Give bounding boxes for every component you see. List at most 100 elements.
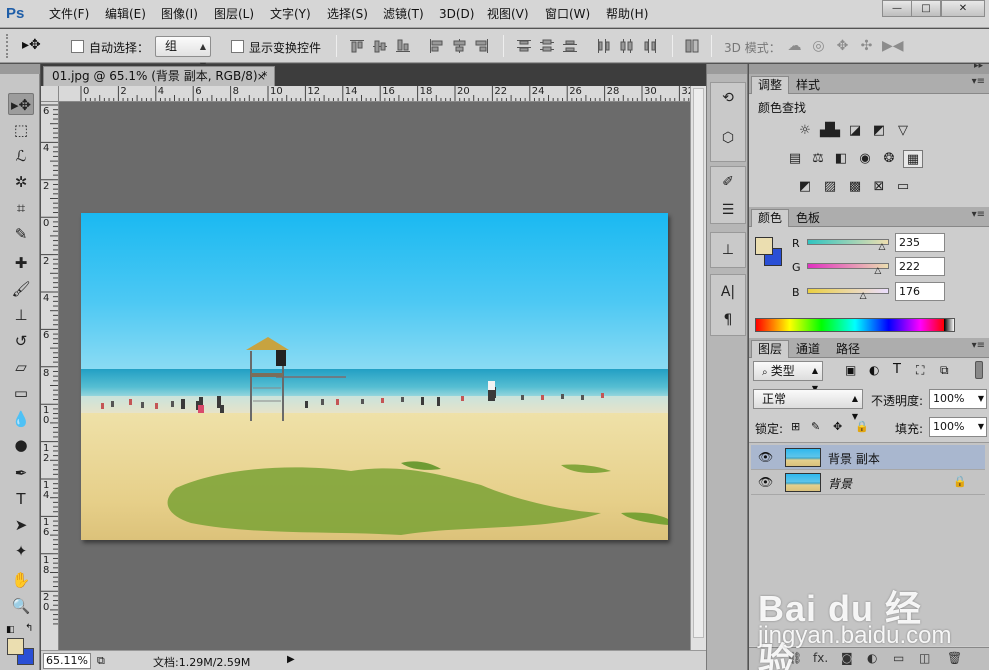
slider-thumb-icon[interactable]: △ xyxy=(860,291,867,301)
distribute-right-icon[interactable] xyxy=(642,38,658,54)
distribute-left-icon[interactable] xyxy=(596,38,612,54)
tab-channels[interactable]: 通道 xyxy=(789,340,827,358)
panel-menu-icon[interactable]: ▾≡ xyxy=(972,76,985,87)
menu-3d[interactable]: 3D(D) xyxy=(439,5,474,23)
dock-header[interactable] xyxy=(707,64,747,74)
lasso-tool-icon[interactable]: ℒ xyxy=(8,145,34,167)
tab-layers[interactable]: 图层 xyxy=(751,340,790,358)
brightness-contrast-icon[interactable]: ☼ xyxy=(795,122,815,140)
menu-type[interactable]: 文字(Y) xyxy=(270,5,311,23)
collapse-icon[interactable]: ▸▸ xyxy=(974,61,983,71)
filter-type-icon[interactable]: T xyxy=(893,362,901,377)
chevron-down-icon[interactable]: ▼ xyxy=(978,418,984,436)
auto-select-dropdown[interactable]: 组 ▲▼ xyxy=(155,36,211,70)
vertical-ruler[interactable]: 6 4 2 0 2 4 6 8 1 0 1 2 1 4 1 6 1 8 2 0 xyxy=(41,102,59,650)
zoom-tool-icon[interactable]: 🔍 xyxy=(8,595,34,617)
menu-filter[interactable]: 滤镜(T) xyxy=(383,5,424,23)
menu-file[interactable]: 文件(F) xyxy=(49,5,89,23)
3d-roll-icon[interactable]: ◎ xyxy=(810,38,827,54)
panel-header[interactable]: ▸▸ xyxy=(749,61,989,74)
filter-shape-icon[interactable]: ⛶ xyxy=(916,363,924,378)
panel-menu-icon[interactable]: ▾≡ xyxy=(972,209,985,220)
zoom-field[interactable]: 65.11% xyxy=(43,653,91,669)
foreground-color-swatch[interactable] xyxy=(7,638,24,655)
menu-help[interactable]: 帮助(H) xyxy=(606,5,648,23)
distribute-bottom-icon[interactable] xyxy=(562,38,578,54)
color-balance-icon[interactable]: ⚖ xyxy=(808,150,828,168)
distribute-vcenter-icon[interactable] xyxy=(539,38,555,54)
channel-value-field[interactable]: 235 xyxy=(895,233,945,252)
invert-icon[interactable]: ◩ xyxy=(795,178,815,196)
photo-filter-icon[interactable]: ◉ xyxy=(855,150,875,168)
shape-tool-icon[interactable]: ✦ xyxy=(8,540,34,562)
eye-icon[interactable]: 👁 xyxy=(758,475,773,489)
align-top-icon[interactable] xyxy=(349,38,365,54)
align-right-icon[interactable] xyxy=(474,38,490,54)
brush-tool-icon[interactable]: 🖌 xyxy=(8,278,34,300)
scrollbar-track[interactable] xyxy=(693,88,704,638)
pen-tool-icon[interactable]: ✒ xyxy=(8,462,34,484)
3d-slide-icon[interactable]: ✣ xyxy=(858,38,875,54)
path-selection-tool-icon[interactable]: ➤ xyxy=(8,514,34,536)
slider-thumb-icon[interactable]: △ xyxy=(878,242,885,252)
layer-row[interactable]: 👁 背景 🔒 xyxy=(751,470,985,495)
history-panel-icon[interactable]: ⟲ xyxy=(717,88,739,108)
lock-pixels-icon[interactable]: ✎ xyxy=(811,420,820,433)
dodge-tool-icon[interactable]: ● xyxy=(8,434,34,456)
eyedropper-tool-icon[interactable]: ✎ xyxy=(8,223,34,245)
type-tool-icon[interactable]: T xyxy=(8,488,34,510)
menu-window[interactable]: 窗口(W) xyxy=(545,5,590,23)
menu-layer[interactable]: 图层(L) xyxy=(214,5,254,23)
channel-mixer-icon[interactable]: ❂ xyxy=(879,150,899,168)
filter-pixel-icon[interactable]: ▣ xyxy=(845,363,856,377)
selective-color-icon[interactable]: ⊠ xyxy=(869,178,889,196)
clone-source-icon[interactable]: ⊥ xyxy=(717,240,739,260)
channel-value-field[interactable]: 222 xyxy=(895,257,945,276)
show-transform-checkbox[interactable] xyxy=(231,40,244,53)
menu-select[interactable]: 选择(S) xyxy=(327,5,368,23)
status-menu-arrow-icon[interactable]: ▶ xyxy=(287,654,295,665)
layer-kind-filter[interactable]: ⌕ 类型 ▲▼ xyxy=(753,361,823,393)
default-colors-icon[interactable]: ◧ xyxy=(6,625,15,635)
options-grip[interactable] xyxy=(6,34,10,58)
fill-field[interactable]: 100% ▼ xyxy=(929,417,987,437)
tab-swatches[interactable]: 色板 xyxy=(789,209,827,227)
channel-slider[interactable] xyxy=(807,239,889,245)
hue-saturation-icon[interactable]: ▤ xyxy=(785,150,805,168)
curves-icon[interactable]: ◪ xyxy=(845,122,865,140)
layer-row[interactable]: 👁 背景 副本 xyxy=(751,445,985,470)
eye-icon[interactable]: 👁 xyxy=(758,450,773,464)
3d-scale-icon[interactable]: ▶◀ xyxy=(882,38,904,54)
lock-transparency-icon[interactable]: ⊞ xyxy=(791,420,800,433)
auto-align-layers-icon[interactable] xyxy=(684,38,700,54)
color-panel-foreground-swatch[interactable] xyxy=(755,237,773,255)
align-vcenter-icon[interactable] xyxy=(372,38,388,54)
levels-icon[interactable]: ▟▙ xyxy=(820,122,840,140)
character-panel-icon[interactable]: A| xyxy=(717,282,739,302)
move-tool-icon[interactable]: ▸✥ xyxy=(8,93,34,115)
align-bottom-icon[interactable] xyxy=(395,38,411,54)
color-spectrum-bar[interactable] xyxy=(755,318,955,332)
hand-tool-icon[interactable]: ✋ xyxy=(8,569,34,591)
tools-panel-header[interactable] xyxy=(0,64,40,74)
tab-styles[interactable]: 样式 xyxy=(789,76,827,94)
horizontal-ruler[interactable]: 02468101214161820222426283032 xyxy=(59,86,690,102)
filter-adjustment-icon[interactable]: ◐ xyxy=(869,363,879,377)
channel-slider[interactable] xyxy=(807,288,889,294)
filter-toggle[interactable] xyxy=(975,361,983,379)
paragraph-panel-icon[interactable]: ¶ xyxy=(717,310,739,330)
healing-brush-tool-icon[interactable]: ✚ xyxy=(8,252,34,274)
tab-paths[interactable]: 路径 xyxy=(829,340,867,358)
close-tab-icon[interactable]: × xyxy=(257,67,266,86)
lock-position-icon[interactable]: ✥ xyxy=(833,420,842,433)
align-left-icon[interactable] xyxy=(428,38,444,54)
tab-adjustments[interactable]: 调整 xyxy=(751,76,790,94)
filter-smart-object-icon[interactable]: ⧉ xyxy=(940,363,949,378)
status-info-icon[interactable]: ⧉ xyxy=(97,654,105,668)
close-window-button[interactable]: ✕ xyxy=(941,0,985,17)
color-lookup-icon[interactable]: ▦ xyxy=(903,150,923,168)
ruler-origin[interactable] xyxy=(41,86,59,102)
vertical-scrollbar[interactable] xyxy=(690,86,706,650)
gradient-tool-icon[interactable]: ▭ xyxy=(8,382,34,404)
auto-select-checkbox[interactable] xyxy=(71,40,84,53)
